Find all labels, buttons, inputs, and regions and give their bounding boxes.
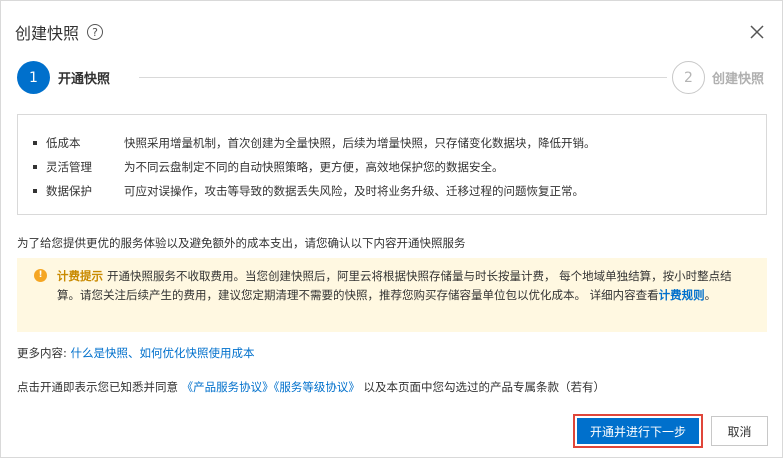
- notice-body: 开通快照服务不收取费用。当您创建快照后，阿里云将根据快照存储量与时长按量计费， …: [57, 269, 732, 302]
- feature-name: 数据保护: [46, 184, 92, 198]
- link-separator: 、: [128, 346, 140, 360]
- bullet-icon: [33, 189, 37, 193]
- feature-name: 低成本: [46, 136, 81, 150]
- billing-rules-link[interactable]: 计费规则: [659, 288, 705, 302]
- step-2-label: 创建快照: [712, 72, 765, 87]
- feature-item: 数据保护 可应对误操作，攻击等导致的数据丢失风险，及时将业务升级、迁移过程的问题…: [18, 182, 766, 200]
- create-snapshot-dialog: 创建快照 ? 1 开通快照 2 创建快照 低成本 快照采用增量机制，首次创建为全…: [0, 0, 783, 458]
- step-connector: [139, 77, 667, 78]
- notice-end: 。: [704, 288, 717, 302]
- step-1-label: 开通快照: [58, 72, 111, 87]
- feature-item: 灵活管理 为不同云盘制定不同的自动快照策略，更方便，高效地保护您的数据安全。: [18, 158, 766, 176]
- question-circle-icon[interactable]: ?: [87, 24, 104, 40]
- bullet-icon: [33, 141, 37, 145]
- billing-notice: ! 计费提示 开通快照服务不收取费用。当您创建快照后，阿里云将根据快照存储量与时长…: [17, 258, 767, 332]
- notice-title: 计费提示: [57, 269, 103, 283]
- warning-icon: !: [34, 269, 47, 282]
- intro-text: 为了给您提供更优的服务体验以及避免额外的成本支出，请您确认以下内容开通快照服务: [17, 236, 466, 250]
- feature-desc: 可应对误操作，攻击等导致的数据丢失风险，及时将业务升级、迁移过程的问题恢复正常。: [124, 184, 584, 198]
- step-1-circle: 1: [17, 61, 50, 94]
- dialog-title: 创建快照: [15, 24, 80, 43]
- close-icon[interactable]: [746, 21, 768, 43]
- close-icon-glyph: [750, 25, 764, 39]
- feature-list: 低成本 快照采用增量机制，首次创建为全量快照，后续为增量快照，只存储变化数据块，…: [17, 114, 767, 215]
- cancel-button[interactable]: 取消: [711, 416, 768, 446]
- activate-next-button[interactable]: 开通并进行下一步: [573, 414, 703, 448]
- sla-link[interactable]: 《服务等级协议》: [274, 380, 360, 394]
- step-2-circle: 2: [672, 61, 705, 94]
- more-content: 更多内容: 什么是快照、如何优化快照使用成本: [17, 345, 255, 361]
- optimize-cost-link[interactable]: 如何优化快照使用成本: [140, 346, 255, 360]
- feature-name: 灵活管理: [46, 160, 92, 174]
- feature-desc: 快照采用增量机制，首次创建为全量快照，后续为增量快照，只存储变化数据块，降低开销…: [124, 136, 596, 150]
- agreement-suffix: 以及本页面中您勾选过的产品专属条款（若有）: [359, 380, 606, 394]
- agreement-text: 点击开通即表示您已知悉并同意 《产品服务协议》《服务等级协议》 以及本页面中您勾…: [17, 379, 605, 395]
- feature-desc: 为不同云盘制定不同的自动快照策略，更方便，高效地保护您的数据安全。: [124, 160, 504, 174]
- more-label: 更多内容:: [17, 346, 71, 360]
- what-is-snapshot-link[interactable]: 什么是快照: [71, 346, 129, 360]
- dialog-header: 创建快照 ?: [15, 21, 104, 43]
- step-indicator: 1 开通快照 2 创建快照: [17, 61, 769, 95]
- service-agreement-link[interactable]: 《产品服务协议》: [182, 380, 274, 394]
- notice-text: 计费提示 开通快照服务不收取费用。当您创建快照后，阿里云将根据快照存储量与时长按量…: [57, 267, 753, 305]
- activate-next-label: 开通并进行下一步: [577, 418, 699, 444]
- feature-item: 低成本 快照采用增量机制，首次创建为全量快照，后续为增量快照，只存储变化数据块，…: [18, 134, 766, 152]
- agreement-prefix: 点击开通即表示您已知悉并同意: [17, 380, 182, 394]
- bullet-icon: [33, 165, 37, 169]
